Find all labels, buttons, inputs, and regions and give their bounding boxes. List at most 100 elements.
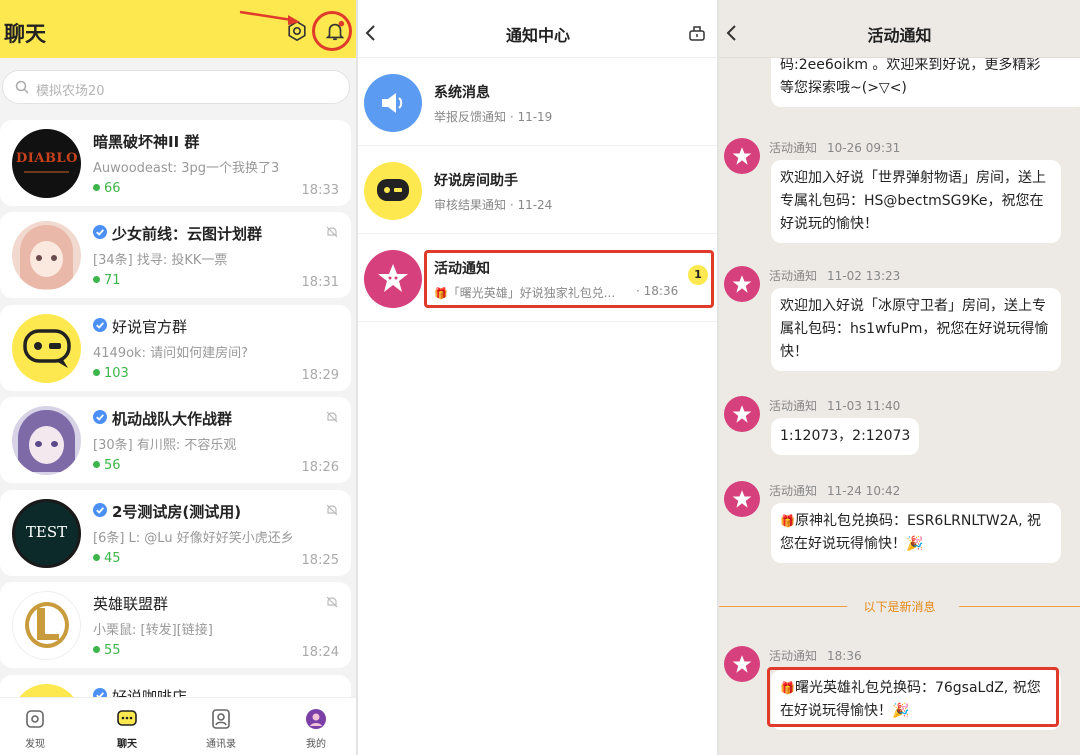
message-bubble: 🎁原神礼包兑换码：ESR6LRNLTW2A, 祝您在好说玩得愉快！🎉	[771, 503, 1061, 563]
message-bubble: 1:12073，2:12073	[771, 418, 920, 455]
mute-icon	[326, 504, 338, 516]
online-count: 56	[93, 458, 121, 473]
search-input[interactable]: 模拟农场20	[2, 70, 350, 104]
avatar	[724, 646, 760, 682]
annotation-box	[424, 250, 714, 308]
message-bubble: 欢迎加入好说「冰原守卫者」房间，送上专属礼包码：hs1wfuPm，祝您在好说玩得…	[771, 288, 1061, 371]
message-meta: 活动通知 18:36	[769, 649, 862, 663]
chat-icon	[117, 710, 137, 726]
avatar	[12, 314, 81, 383]
chat-name: 暗黑破坏神II 群	[93, 133, 200, 151]
chat-last-message: 小栗鼠: [转发][链接]	[93, 623, 213, 638]
chat-last-message: [34条] 找寻: 投KK一票	[93, 253, 228, 268]
chat-header: 聊天	[0, 0, 356, 58]
online-count: 103	[93, 366, 129, 381]
clean-icon[interactable]	[688, 24, 706, 42]
activity-header: 活动通知	[719, 0, 1080, 58]
avatar	[364, 162, 422, 220]
page-title: 活动通知	[867, 26, 932, 45]
chat-time: 18:33	[301, 183, 339, 198]
verified-icon	[93, 410, 107, 424]
nav-discover[interactable]: 发现	[0, 698, 70, 755]
avatar	[724, 138, 760, 174]
star-icon	[732, 275, 752, 293]
annotation-box	[767, 667, 1059, 727]
nav-chat[interactable]: 聊天	[92, 698, 162, 755]
notice-item-room-assistant[interactable]: 好说房间助手 审核结果通知 · 11-24	[358, 146, 718, 234]
avatar	[12, 406, 81, 475]
avatar	[364, 74, 422, 132]
chat-time: 18:31	[301, 275, 339, 290]
notice-title: 好说房间助手	[434, 173, 518, 189]
verified-icon	[93, 503, 107, 517]
avatar: TEST	[12, 499, 81, 568]
avatar	[724, 266, 760, 302]
discover-icon	[26, 710, 44, 728]
message-meta: 活动通知 11-02 13:23	[769, 269, 901, 283]
chat-time: 18:29	[301, 368, 339, 383]
avatar	[12, 591, 81, 660]
gamepad-icon	[23, 329, 71, 368]
new-messages-divider: 以下是新消息	[719, 596, 1080, 616]
star-icon	[732, 405, 752, 423]
chat-item[interactable]: TEST 2号测试房(测试用) [6条] L: @Lu 好像好好笑小虎还乡 45…	[0, 490, 351, 576]
page-title: 聊天	[4, 22, 46, 46]
mute-icon	[326, 411, 338, 423]
page-title: 通知中心	[505, 26, 570, 45]
chat-name: 少女前线：云图计划群	[112, 225, 263, 243]
chat-item[interactable]: 机动战队大作战群 [30条] 有川熙: 不容乐观 56 18:26	[0, 397, 351, 483]
chat-name: 英雄联盟群	[93, 595, 169, 613]
search-placeholder: 模拟农场20	[36, 84, 105, 99]
chat-item[interactable]: 少女前线：云图计划群 [34条] 找寻: 投KK一票 71 18:31	[0, 212, 351, 298]
avatar	[724, 481, 760, 517]
message-meta: 活动通知 10-26 09:31	[769, 141, 901, 155]
chat-item[interactable]: 好说官方群 4149ok: 请问如何建房间? 103 18:29	[0, 305, 351, 391]
bottom-nav: 发现 聊天 通讯录 我的	[0, 697, 356, 755]
message-bubble: 欢迎加入好说「世界弹射物语」房间，送上专属礼包码：HS@bectmSG9Ke，祝…	[771, 160, 1061, 243]
message-meta: 活动通知 11-24 10:42	[769, 484, 901, 498]
avatar	[364, 250, 422, 308]
notice-header: 通知中心	[358, 0, 718, 58]
star-icon	[732, 147, 752, 165]
verified-icon	[93, 225, 107, 239]
activity-notice-panel: 码:2ee6oikm 。欢迎来到好说，更多精彩 等您探索哦~(>▽<) 活动通知…	[719, 0, 1080, 755]
search-icon	[15, 80, 29, 94]
chat-last-message: [30条] 有川熙: 不容乐观	[93, 438, 237, 453]
chat-name: 好说官方群	[112, 318, 188, 336]
annotation-circle	[312, 11, 352, 51]
gamepad-icon	[377, 179, 409, 201]
chat-item[interactable]: 英雄联盟群 小栗鼠: [转发][链接] 55 18:24	[0, 582, 351, 668]
mute-icon	[326, 226, 338, 238]
avatar	[12, 221, 81, 290]
chat-name: 机动战队大作战群	[112, 410, 233, 428]
star-icon	[732, 490, 752, 508]
verified-icon	[93, 318, 107, 332]
nav-profile[interactable]: 我的	[281, 698, 351, 755]
speaker-icon	[382, 93, 403, 113]
online-count: 66	[93, 181, 121, 196]
chat-item[interactable]: DIABLO 暗黑破坏神II 群 Auwoodeast: 3pg一个我换了3 6…	[0, 120, 351, 206]
star-icon	[732, 655, 752, 673]
notice-subtitle: 审核结果通知 · 11-24	[434, 198, 553, 212]
avatar	[724, 396, 760, 432]
chat-time: 18:26	[301, 460, 339, 475]
chat-last-message: Auwoodeast: 3pg一个我换了3	[93, 161, 280, 176]
chat-time: 18:25	[301, 553, 339, 568]
annotation-arrow	[239, 10, 300, 25]
message-meta: 活动通知 11-03 11:40	[769, 399, 901, 413]
star-icon	[378, 264, 408, 292]
online-count: 55	[93, 643, 121, 658]
notice-title: 系统消息	[434, 85, 490, 101]
chat-list-panel: 聊天 模拟农场20 DIABLO 暗黑破坏神II 群 Auwoodeast: 3…	[0, 0, 356, 755]
chat-name: 2号测试房(测试用)	[112, 503, 242, 521]
nav-contacts[interactable]: 通讯录	[186, 698, 256, 755]
mute-icon	[326, 596, 338, 608]
online-count: 71	[93, 273, 121, 288]
chat-last-message: [6条] L: @Lu 好像好好笑小虎还乡	[93, 531, 294, 546]
profile-icon	[306, 709, 326, 729]
avatar: DIABLO	[12, 129, 81, 198]
notice-item-system[interactable]: 系统消息 举报反馈通知 · 11-19	[358, 58, 718, 146]
online-count: 45	[93, 551, 121, 566]
notice-center-panel: 通知中心 系统消息 举报反馈通知 · 11-19 好说房间助手 审核结果通知 ·…	[358, 0, 718, 755]
chat-time: 18:24	[301, 645, 339, 660]
